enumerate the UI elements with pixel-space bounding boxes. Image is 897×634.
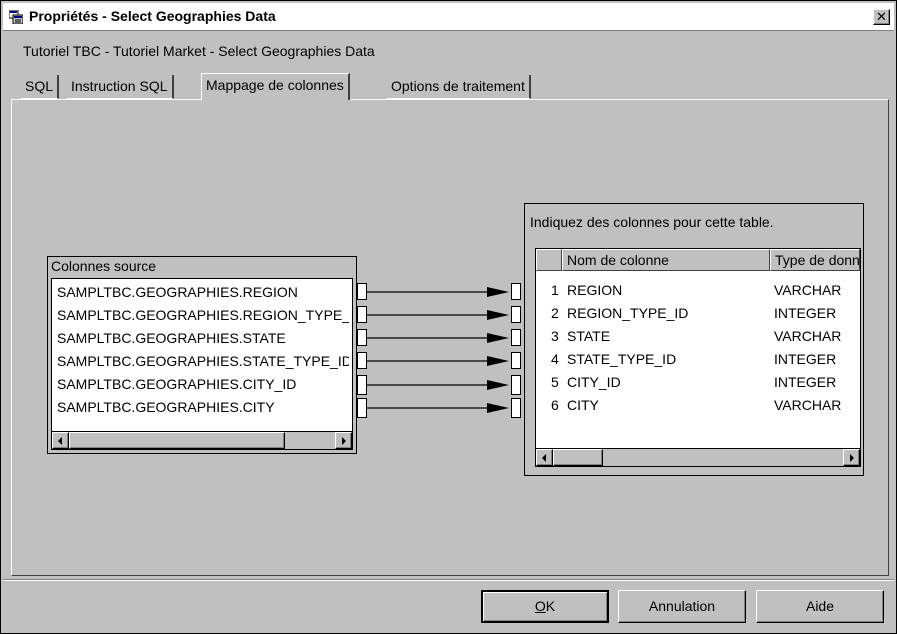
- arrow-right-icon: [850, 454, 854, 462]
- mapping-arrow: [367, 403, 509, 413]
- row-number: 5: [551, 374, 559, 390]
- source-columns-label: Colonnes source: [51, 258, 157, 274]
- target-connector[interactable]: [511, 398, 521, 418]
- properties-dialog: Propriétés - Select Geographies Data ✕ T…: [0, 0, 897, 634]
- target-column-name[interactable]: CITY: [567, 394, 767, 417]
- target-column-name[interactable]: CITY_ID: [567, 371, 767, 394]
- target-column-name[interactable]: REGION: [567, 279, 767, 302]
- target-connector[interactable]: [511, 306, 521, 323]
- row-number: 2: [551, 305, 559, 321]
- source-columns-group: Colonnes source SAMPLTBC.GEOGRAPHIES.REG…: [47, 256, 357, 454]
- tab-sql[interactable]: SQL: [21, 75, 60, 99]
- help-button[interactable]: Aide: [756, 590, 884, 623]
- tab-processing-options[interactable]: Options de traitement: [387, 75, 531, 99]
- target-connector[interactable]: [511, 283, 521, 300]
- source-connector[interactable]: [357, 306, 367, 323]
- target-columns-group: Indiquez des colonnes pour cette table. …: [524, 203, 864, 476]
- tab-instruction-sql[interactable]: Instruction SQL: [67, 75, 174, 99]
- source-column-row[interactable]: SAMPLTBC.GEOGRAPHIES.STATE: [57, 327, 349, 350]
- target-column-type[interactable]: VARCHAR: [774, 279, 858, 302]
- source-connector[interactable]: [357, 375, 367, 395]
- title-bar: Propriétés - Select Geographies Data ✕: [3, 3, 894, 31]
- target-column-name[interactable]: REGION_TYPE_ID: [567, 302, 767, 325]
- source-column-row[interactable]: SAMPLTBC.GEOGRAPHIES.CITY_ID: [57, 373, 349, 396]
- scroll-left-button[interactable]: [536, 449, 553, 466]
- target-connector[interactable]: [511, 352, 521, 369]
- arrow-left-icon: [58, 437, 62, 445]
- arrow-left-icon: [542, 454, 546, 462]
- mapping-arrow: [367, 310, 509, 320]
- mapping-arrow: [367, 333, 509, 343]
- source-connector[interactable]: [357, 329, 367, 346]
- row-number: 6: [551, 397, 559, 413]
- data-type-header[interactable]: Type de données: [770, 249, 860, 271]
- scroll-right-button[interactable]: [335, 432, 352, 449]
- source-connector[interactable]: [357, 398, 367, 418]
- target-column-type[interactable]: VARCHAR: [774, 325, 858, 348]
- mapping-arrows: [367, 287, 509, 413]
- cancel-button[interactable]: Annulation: [618, 590, 746, 623]
- target-horizontal-scrollbar[interactable]: [536, 448, 860, 466]
- arrow-right-icon: [342, 437, 346, 445]
- breadcrumb: Tutoriel TBC - Tutoriel Market - Select …: [23, 43, 375, 59]
- scroll-thumb[interactable]: [69, 432, 285, 449]
- target-column-name[interactable]: STATE_TYPE_ID: [567, 348, 767, 371]
- source-columns-list[interactable]: SAMPLTBC.GEOGRAPHIES.REGION SAMPLTBC.GEO…: [51, 278, 353, 450]
- source-connector[interactable]: [357, 352, 367, 369]
- source-column-row[interactable]: SAMPLTBC.GEOGRAPHIES.REGION: [57, 281, 349, 304]
- column-name-header[interactable]: Nom de colonne: [562, 249, 770, 271]
- row-number: 1: [551, 282, 559, 298]
- ok-button[interactable]: OK: [481, 590, 609, 623]
- grid-corner-header: [536, 249, 562, 271]
- target-columns-label: Indiquez des colonnes pour cette table.: [530, 214, 774, 230]
- target-column-type[interactable]: INTEGER: [774, 302, 858, 325]
- row-number: 3: [551, 328, 559, 344]
- mapping-arrow: [367, 287, 509, 297]
- target-column-name[interactable]: STATE: [567, 325, 767, 348]
- window-title: Propriétés - Select Geographies Data: [29, 8, 276, 24]
- close-icon: ✕: [876, 9, 887, 24]
- close-button[interactable]: ✕: [873, 9, 890, 25]
- scroll-thumb[interactable]: [553, 449, 603, 466]
- source-column-row[interactable]: SAMPLTBC.GEOGRAPHIES.CITY: [57, 396, 349, 419]
- button-bar-separator: [3, 579, 894, 581]
- target-column-type[interactable]: VARCHAR: [774, 394, 858, 417]
- source-connector[interactable]: [357, 283, 367, 300]
- ok-label-rest: K: [545, 598, 556, 614]
- source-horizontal-scrollbar[interactable]: [52, 431, 352, 449]
- scroll-right-button[interactable]: [843, 449, 860, 466]
- tab-column-mapping[interactable]: Mappage de colonnes: [201, 73, 350, 100]
- scroll-left-button[interactable]: [52, 432, 69, 449]
- mapping-arrow: [367, 356, 509, 366]
- row-number: 4: [551, 351, 559, 367]
- target-column-type[interactable]: INTEGER: [774, 371, 858, 394]
- source-column-row[interactable]: SAMPLTBC.GEOGRAPHIES.STATE_TYPE_ID: [57, 350, 349, 373]
- target-columns-grid[interactable]: Nom de colonne Type de données 1 REGION …: [535, 248, 861, 467]
- target-connector[interactable]: [511, 329, 521, 346]
- properties-icon: [9, 10, 23, 24]
- target-column-type[interactable]: INTEGER: [774, 348, 858, 371]
- mapping-arrow: [367, 380, 509, 390]
- target-connector[interactable]: [511, 375, 521, 395]
- source-column-row[interactable]: SAMPLTBC.GEOGRAPHIES.REGION_TYPE_ID: [57, 304, 349, 327]
- ok-mnemonic: O: [534, 598, 546, 614]
